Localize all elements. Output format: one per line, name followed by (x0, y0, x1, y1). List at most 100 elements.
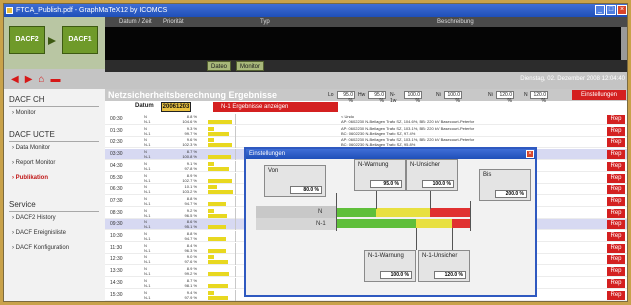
log-header: Datum / Zeit Priorität Typ Beschreibung (105, 17, 627, 27)
row-percent: 8.6 % 95.1 % (184, 219, 197, 230)
grid-line (235, 219, 236, 231)
row-type: N N-1 (144, 137, 151, 148)
tab-dateo[interactable]: Dateo (207, 61, 232, 71)
date-input[interactable]: 20061203 (161, 102, 191, 112)
filter-lo-input[interactable]: 95.0 % (337, 91, 355, 104)
rep-button[interactable]: Rep (607, 185, 625, 195)
settings-button[interactable]: Einstellungen (572, 90, 626, 100)
bis-input[interactable]: 200.0 % (495, 190, 527, 198)
n1-unsicher-input[interactable]: 120.0 % (434, 271, 466, 279)
dacf2-logo[interactable]: DACF2 (9, 26, 45, 54)
filter-hw-input[interactable]: 95.0 % (368, 91, 386, 104)
row-type: N N-1 (144, 160, 151, 171)
row-description: AP: 0602230 N-Beilagen Trafo SZ, 103.1%,… (341, 125, 475, 136)
rep-button[interactable]: Rep (607, 255, 625, 265)
row-percent: 8.4 % 96.3 % (184, 242, 197, 253)
n-warnung-input[interactable]: 95.0 % (370, 180, 402, 188)
grid-line (235, 277, 236, 289)
tab-bar: Dateo Monitor (105, 60, 627, 72)
rep-button[interactable]: Rep (607, 208, 625, 218)
grid-line (235, 160, 236, 172)
rep-button[interactable]: Rep (607, 138, 625, 148)
forward-arrow-icon[interactable]: ▶ (25, 74, 33, 85)
von-input[interactable]: 80.0 % (290, 186, 322, 194)
marker-line (452, 228, 453, 250)
rep-button[interactable]: Rep (607, 220, 625, 230)
marker-line (416, 228, 417, 250)
rep-button[interactable]: Rep (607, 161, 625, 171)
app-window: FTCA_Publish.pdf - GraphMaTeX12 by ICOMC… (3, 3, 628, 302)
grid-line (235, 266, 236, 278)
filter-ni-1-input[interactable]: 100.0 % (444, 91, 462, 104)
dialog-close-button[interactable]: × (526, 150, 534, 158)
load-bar-n1 (208, 213, 227, 218)
grid-line (235, 114, 236, 125)
sidebar-item-publikation[interactable]: › Publikation (12, 175, 48, 181)
sidebar-item-data-monitor[interactable]: › Data Monitor (12, 145, 50, 151)
rep-button[interactable]: Rep (607, 150, 625, 160)
settings-dialog: Einstellungen × Von 80.0 % N-Warnung 95.… (244, 147, 537, 297)
window-title: FTCA_Publish.pdf - GraphMaTeX12 by ICOMC… (16, 7, 168, 14)
row-time: 07:30 (110, 197, 123, 204)
n-warning-segment (376, 208, 430, 217)
log-scrollbar[interactable] (621, 27, 627, 60)
load-bar-n1 (208, 131, 229, 136)
row-time: 13:30 (110, 268, 123, 275)
print-icon[interactable]: ▬ (50, 74, 60, 85)
rep-button[interactable]: Rep (607, 115, 625, 124)
table-row[interactable]: 01:30 N N-1 9.3 % 99.7 % AP: 0602230 N-Beilag… (105, 125, 627, 137)
dacf1-logo[interactable]: DACF1 (62, 26, 98, 54)
sidebar-item-dacf-ereignisliste[interactable]: › DACF Ereignisliste (12, 230, 66, 236)
sidebar-item-dacf-konfiguration[interactable]: › DACF Konfiguration (12, 245, 69, 251)
row-type: N N-1 (144, 277, 151, 288)
tab-monitor[interactable]: Monitor (236, 61, 265, 71)
log-list[interactable] (105, 27, 627, 60)
n-unsicher-input[interactable]: 100.0 % (422, 180, 454, 188)
load-bar-n1 (208, 166, 229, 171)
load-bar-n1 (208, 120, 232, 124)
log-col-type: Typ (260, 19, 270, 25)
row-time: 12:30 (110, 256, 123, 263)
n1-warnung-input[interactable]: 100.0 % (380, 271, 412, 279)
rep-button[interactable]: Rep (607, 290, 625, 300)
rep-button[interactable]: Rep (607, 267, 625, 277)
maximize-button[interactable]: □ (606, 5, 616, 15)
load-bar-n1 (208, 272, 229, 277)
back-arrow-icon[interactable]: ◀ (11, 74, 19, 85)
n1-unsicher-box: N-1-Unsicher 120.0 % (418, 250, 470, 282)
minimize-button[interactable]: _ (595, 5, 605, 15)
row-time: 05:30 (110, 174, 123, 181)
dialog-title: Einstellungen (246, 149, 535, 159)
sidebar-section-dacf-ch: DACF CH (9, 95, 45, 104)
grid-line (235, 289, 236, 301)
sidebar-section-service: Service (9, 200, 36, 209)
sidebar-item-dacf2-history[interactable]: › DACF2 History (12, 215, 56, 221)
filter-n-input[interactable]: 120.0 % (530, 91, 548, 104)
row-type: N N-1 (144, 184, 151, 195)
row-percent: 8.9 % 99.2 % (184, 266, 197, 277)
datetime-display: Dienstag, 02. Dezember 2008 12:04:40 (520, 76, 625, 82)
rep-button[interactable]: Rep (607, 173, 625, 183)
close-button[interactable]: × (617, 5, 627, 15)
row-type: N N-1 (144, 289, 151, 300)
table-row[interactable]: 00:30 N N-1 8.8 % 104.6 % < Undo AP: 0602230 N… (105, 114, 627, 125)
filter-n1w-input[interactable]: 100.0 % (404, 91, 422, 104)
show-n1-results-button[interactable]: N-1 Ergebnisse anzeigen (213, 102, 338, 112)
n1-warnung-box: N-1-Warnung 100.0 % (364, 250, 416, 282)
rep-button[interactable]: Rep (607, 243, 625, 253)
row-percent: 8.8 % 94.7 % (184, 195, 197, 206)
row-label-n1: N-1 (256, 218, 336, 230)
row-time: 09:30 (110, 221, 123, 228)
rep-button[interactable]: Rep (607, 196, 625, 206)
rep-button[interactable]: Rep (607, 126, 625, 136)
rep-button[interactable]: Rep (607, 278, 625, 288)
n-safe-segment (336, 208, 376, 217)
logo-panel: DACF2 DACF1 (4, 17, 105, 69)
home-icon[interactable]: ⌂ (38, 74, 44, 85)
sidebar-item-monitor[interactable]: › Monitor (12, 110, 36, 116)
rep-button[interactable]: Rep (607, 232, 625, 241)
sidebar-item-report-monitor[interactable]: › Report Monitor (12, 160, 55, 166)
filter-ni-2-input[interactable]: 120.0 % (496, 91, 514, 104)
marker-line (376, 191, 377, 209)
row-percent: 9.6 % 102.3 % (182, 137, 197, 148)
